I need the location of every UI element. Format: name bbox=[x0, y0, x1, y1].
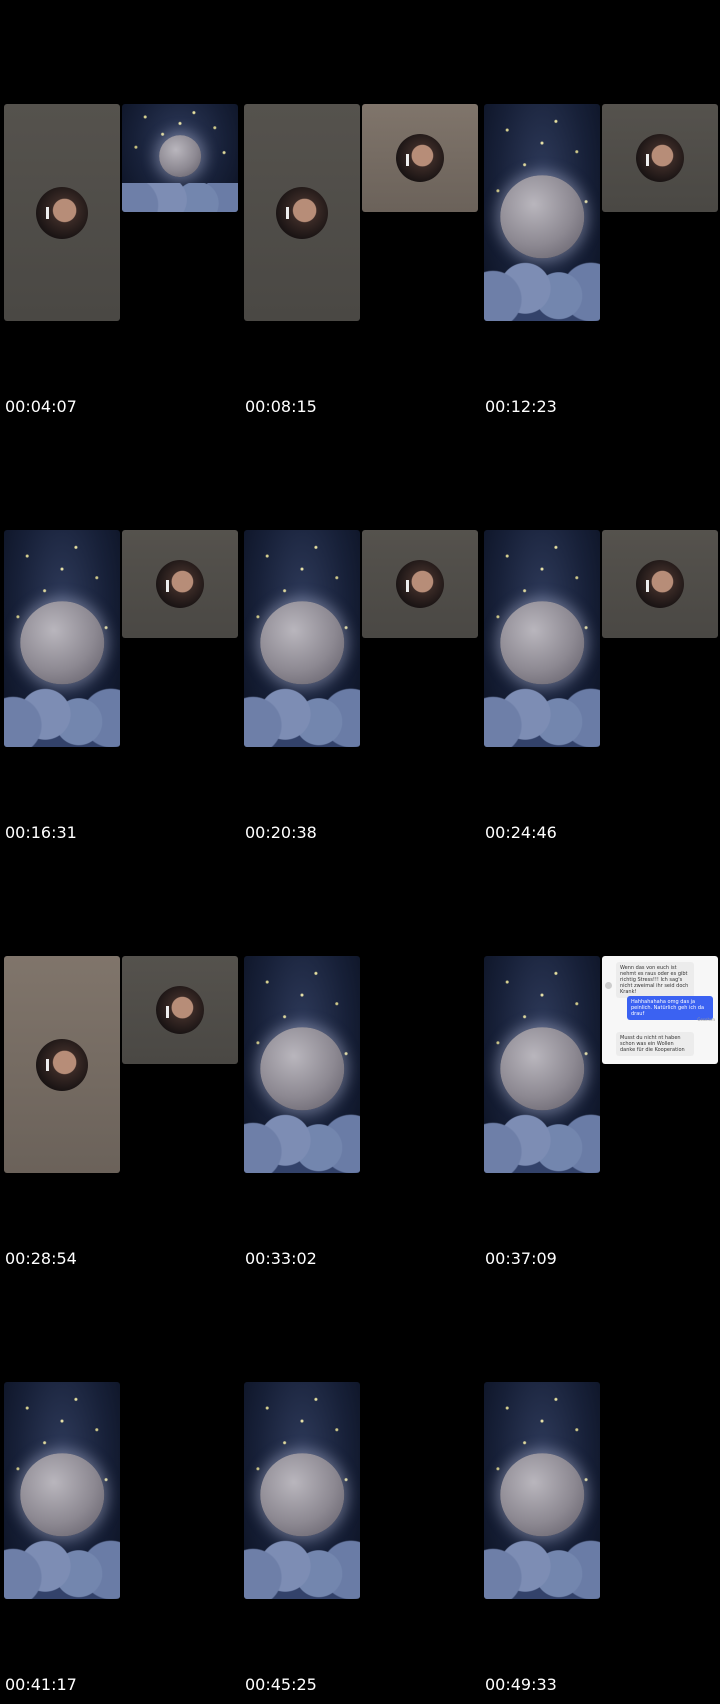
thumbnail-cell[interactable]: 00:04:07 bbox=[0, 0, 240, 426]
moon-scene-main bbox=[484, 530, 600, 747]
thumbnail-cell[interactable]: 00:49:33 bbox=[480, 1278, 720, 1704]
creator-cam-inset bbox=[602, 530, 718, 638]
moon-scene-main bbox=[4, 530, 120, 747]
creator-avatar bbox=[396, 134, 444, 182]
creator-cam-main bbox=[4, 104, 120, 321]
timestamp: 00:45:25 bbox=[245, 1675, 317, 1694]
avatar bbox=[605, 982, 612, 989]
creator-cam-main bbox=[4, 956, 120, 1173]
moon-icon bbox=[500, 1027, 584, 1111]
seen-status: Gesehen bbox=[697, 1017, 715, 1022]
creator-cam-main bbox=[244, 104, 360, 321]
creator-avatar bbox=[36, 186, 88, 239]
thumbnail-cell[interactable]: 00:41:17 bbox=[0, 1278, 240, 1704]
moon-scene-main bbox=[484, 104, 600, 321]
creator-cam-inset bbox=[122, 956, 238, 1064]
timestamp: 00:04:07 bbox=[5, 397, 77, 416]
creator-cam-inset bbox=[362, 104, 478, 212]
moon-scene-main bbox=[244, 956, 360, 1173]
moon-icon bbox=[500, 601, 584, 685]
timestamp: 00:33:02 bbox=[245, 1249, 317, 1268]
moon-icon bbox=[260, 1453, 344, 1537]
moon-icon bbox=[500, 175, 584, 259]
timestamp: 00:24:46 bbox=[485, 823, 557, 842]
timestamp: 00:20:38 bbox=[245, 823, 317, 842]
chat-bubble-incoming: Wenn das von euch ist nehmt es raus oder… bbox=[616, 962, 694, 998]
creator-cam-inset bbox=[602, 104, 718, 212]
timestamp: 00:41:17 bbox=[5, 1675, 77, 1694]
timestamp: 00:28:54 bbox=[5, 1249, 77, 1268]
creator-cam-inset bbox=[122, 530, 238, 638]
thumbnail-cell[interactable]: 00:16:31 bbox=[0, 426, 240, 852]
clouds bbox=[244, 681, 360, 747]
thumbnail-cell[interactable]: 00:24:46 bbox=[480, 426, 720, 852]
thumbnail-cell[interactable]: Wenn das von euch ist nehmt es raus oder… bbox=[480, 852, 720, 1278]
clouds bbox=[244, 1533, 360, 1599]
moon-scene-main bbox=[244, 530, 360, 747]
timestamp: 00:49:33 bbox=[485, 1675, 557, 1694]
thumbnail-cell[interactable]: 00:33:02 bbox=[240, 852, 480, 1278]
timestamp: 00:08:15 bbox=[245, 397, 317, 416]
moon-icon bbox=[500, 1453, 584, 1537]
creator-avatar bbox=[156, 560, 204, 608]
clouds bbox=[4, 681, 120, 747]
thumbnail-cell[interactable]: 00:08:15 bbox=[240, 0, 480, 426]
moon-scene-main bbox=[484, 956, 600, 1173]
moon-icon bbox=[20, 601, 104, 685]
moon-icon bbox=[159, 134, 201, 177]
thumbnail-cell[interactable]: 00:12:23 bbox=[480, 0, 720, 426]
timestamp: 00:12:23 bbox=[485, 397, 557, 416]
creator-cam-inset bbox=[362, 530, 478, 638]
thumbnail-cell[interactable]: 00:28:54 bbox=[0, 852, 240, 1278]
timestamp: 00:37:09 bbox=[485, 1249, 557, 1268]
chat-bubble-incoming: Musst du nicht nt haben schon was ein Wo… bbox=[616, 1032, 694, 1056]
moon-icon bbox=[260, 601, 344, 685]
creator-avatar bbox=[36, 1038, 88, 1091]
creator-avatar bbox=[396, 560, 444, 608]
moon-scene-main bbox=[484, 1382, 600, 1599]
moon-icon bbox=[20, 1453, 104, 1537]
moon-scene-inset bbox=[122, 104, 238, 212]
moon-scene-main bbox=[4, 1382, 120, 1599]
creator-avatar bbox=[276, 186, 328, 239]
clouds bbox=[122, 183, 238, 212]
moon-scene-main bbox=[244, 1382, 360, 1599]
clouds bbox=[4, 1533, 120, 1599]
creator-avatar bbox=[156, 986, 204, 1034]
clouds bbox=[484, 1107, 600, 1173]
clouds bbox=[484, 681, 600, 747]
creator-avatar bbox=[636, 560, 684, 608]
clouds bbox=[484, 255, 600, 321]
clouds bbox=[484, 1533, 600, 1599]
timestamp: 00:16:31 bbox=[5, 823, 77, 842]
clouds bbox=[244, 1107, 360, 1173]
moon-icon bbox=[260, 1027, 344, 1111]
thumbnail-cell[interactable]: 00:20:38 bbox=[240, 426, 480, 852]
thumbnail-cell[interactable]: 00:45:25 bbox=[240, 1278, 480, 1704]
chat-screenshot: Wenn das von euch ist nehmt es raus oder… bbox=[602, 956, 718, 1064]
creator-avatar bbox=[636, 134, 684, 182]
